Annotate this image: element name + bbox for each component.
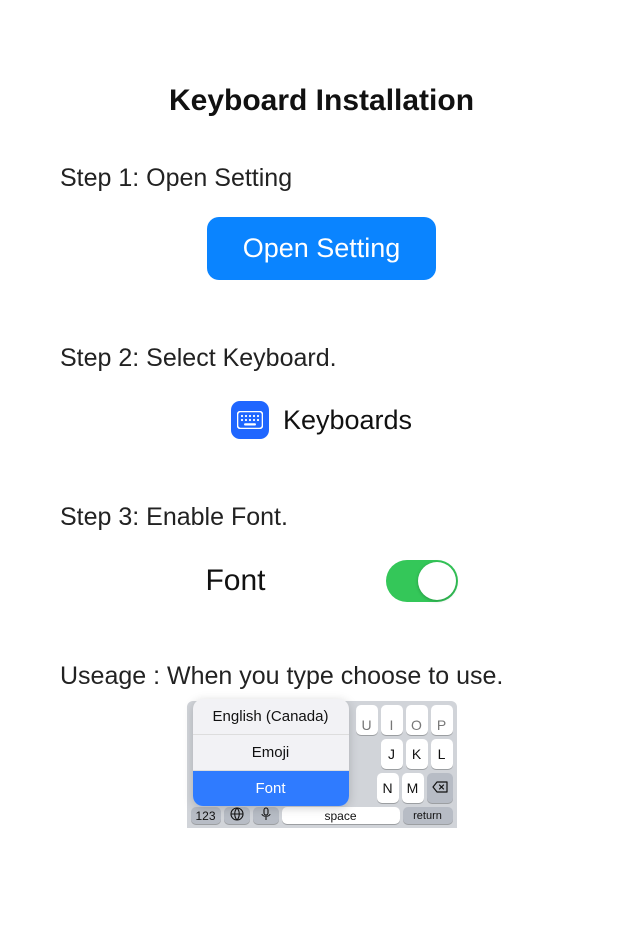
usage-label: Useage : When you type choose to use. <box>60 662 583 691</box>
mic-key[interactable] <box>253 807 279 824</box>
keyboard-sample: English (Canada) Emoji Font U I O P J K … <box>187 701 457 828</box>
menu-item-emoji[interactable]: Emoji <box>193 735 349 771</box>
keyboards-label: Keyboards <box>283 405 412 436</box>
step-3: Step 3: Enable Font. Font <box>60 503 583 602</box>
enable-font-toggle[interactable] <box>386 560 458 602</box>
keyboard-language-menu: English (Canada) Emoji Font <box>193 699 349 806</box>
toggle-knob <box>418 562 456 600</box>
step-3-label: Step 3: Enable Font. <box>60 503 583 532</box>
key-i[interactable]: I <box>381 705 403 735</box>
keyboard-bottom-row: 123 space return <box>191 807 453 824</box>
backspace-icon <box>432 780 448 796</box>
keyboard-icon <box>231 401 269 439</box>
key-l[interactable]: L <box>431 739 453 769</box>
font-label: Font <box>205 564 265 598</box>
keyboards-row[interactable]: Keyboards <box>60 401 583 439</box>
open-setting-button[interactable]: Open Setting <box>207 217 437 280</box>
key-n[interactable]: N <box>377 773 399 803</box>
step-2: Step 2: Select Keyboard. Keyboards <box>60 344 583 439</box>
page-title: Keyboard Installation <box>60 84 583 118</box>
key-m[interactable]: M <box>402 773 424 803</box>
key-u[interactable]: U <box>356 705 378 735</box>
key-p[interactable]: P <box>431 705 453 735</box>
globe-key[interactable] <box>224 807 250 824</box>
space-key[interactable]: space <box>282 807 400 824</box>
key-j[interactable]: J <box>381 739 403 769</box>
numbers-key[interactable]: 123 <box>191 807 221 824</box>
globe-icon <box>230 807 244 824</box>
mic-icon <box>261 807 271 824</box>
step-1: Step 1: Open Setting Open Setting <box>60 164 583 280</box>
backspace-key[interactable] <box>427 773 453 803</box>
key-k[interactable]: K <box>406 739 428 769</box>
key-o[interactable]: O <box>406 705 428 735</box>
font-toggle-row: Font <box>60 560 583 602</box>
menu-item-english[interactable]: English (Canada) <box>193 699 349 735</box>
return-key[interactable]: return <box>403 807 453 824</box>
menu-item-font[interactable]: Font <box>193 771 349 806</box>
step-2-label: Step 2: Select Keyboard. <box>60 344 583 373</box>
step-1-label: Step 1: Open Setting <box>60 164 583 193</box>
